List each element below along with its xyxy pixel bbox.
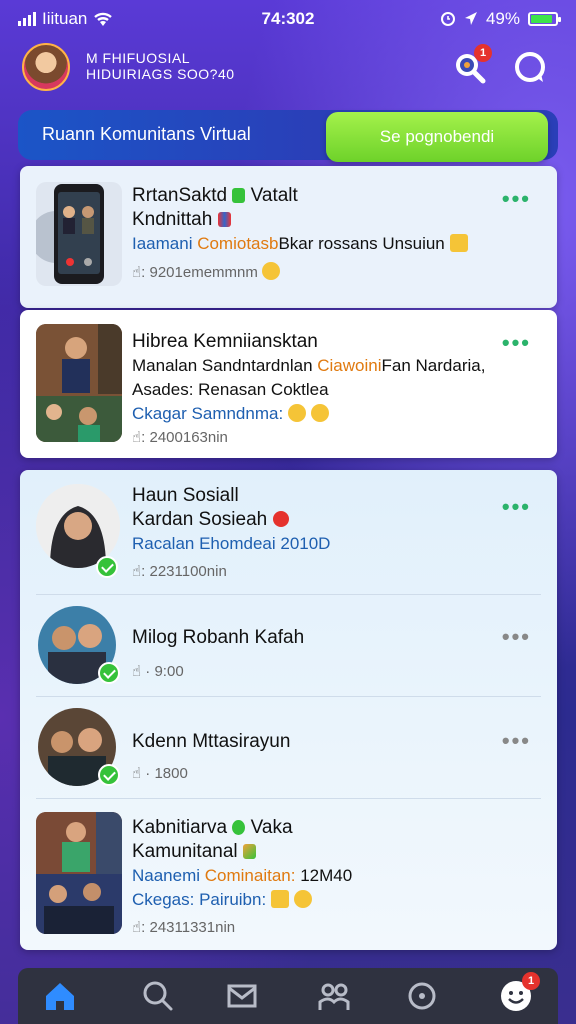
smile-emoji-icon — [287, 404, 306, 422]
smile-emoji-icon — [310, 404, 329, 422]
profile-name-line1: M FHIFUOSIAL — [86, 50, 191, 66]
home-icon — [46, 983, 74, 1010]
nav-badge: 1 — [522, 972, 540, 990]
member-text: Racalan Ehomdeai 2010D — [132, 534, 331, 553]
more-options-icon[interactable]: ••• — [502, 728, 531, 754]
community-title: Ruann Komunitans Virtual — [42, 124, 251, 144]
battery-percent: 49% — [485, 9, 520, 28]
like-icon[interactable]: ☝: — [132, 563, 145, 580]
nav-explore[interactable] — [404, 978, 440, 1014]
compass-icon — [408, 982, 436, 1010]
chat-bubble-icon — [515, 52, 545, 82]
member-meta: ☝: 2231100nin — [132, 563, 227, 580]
member-name: Kdenn Mttasirayun — [132, 731, 291, 752]
divider — [36, 798, 541, 799]
chat-button[interactable] — [512, 50, 548, 86]
nav-home[interactable] — [42, 978, 78, 1014]
post-body: Manalan Sandntardnlan CiawoiniFan Nardar… — [132, 356, 486, 423]
online-check-icon — [96, 556, 118, 578]
post-meta: ☝: 9201ememmnm — [132, 262, 281, 281]
nav-search[interactable] — [140, 978, 176, 1014]
search-people-button[interactable]: 1 — [452, 44, 492, 86]
post-card[interactable]: Hibrea Kemniiansktan Manalan Sandntardnl… — [20, 310, 557, 458]
bottom-navigation: 1 — [18, 968, 558, 1024]
online-check-icon — [98, 764, 120, 786]
post-thumbnail — [36, 324, 122, 442]
member-meta: ☝ · 1800 — [132, 765, 188, 782]
alarm-icon — [440, 12, 455, 26]
post-title: Hibrea Kemniiansktan — [132, 331, 318, 352]
more-options-icon[interactable]: ••• — [502, 624, 531, 650]
like-icon[interactable]: ☝ · — [132, 765, 150, 782]
member-title: Haun Sosiall Kardan Sosieah — [132, 484, 289, 532]
online-check-icon — [98, 662, 120, 684]
verified-icon — [232, 820, 246, 835]
nav-profile[interactable]: 1 — [498, 972, 540, 1014]
post-body: Naanemi Cominaitan: 12M40 Ckegas: Pairui… — [132, 866, 353, 909]
member-name: Milog Robanh Kafah — [132, 627, 305, 648]
more-options-icon[interactable]: ••• — [502, 330, 531, 356]
flag-icon — [217, 212, 231, 227]
divider — [36, 696, 541, 697]
post-meta: ☝: 24311331nin — [132, 919, 236, 936]
flag-icon — [242, 844, 256, 859]
like-icon[interactable]: ☝: — [132, 429, 145, 446]
battery-icon — [528, 12, 561, 26]
nav-groups[interactable] — [316, 978, 352, 1014]
like-icon[interactable]: ☝: — [132, 919, 145, 936]
like-icon[interactable]: ☝: — [132, 264, 145, 281]
notification-badge: 1 — [474, 44, 492, 62]
post-body: Iaamani ComiotasbBkar rossans Unsuiun — [132, 232, 532, 256]
post-thumbnail — [36, 812, 122, 934]
post-meta: ☝: 2400163nin — [132, 429, 228, 446]
badge-icon — [272, 511, 289, 527]
profile-avatar[interactable] — [22, 43, 70, 91]
member-meta: ☝ · 9:00 — [132, 663, 184, 680]
people-icon — [318, 983, 350, 1010]
post-title: RrtanSaktd Vatalt Kndnittah — [132, 185, 298, 230]
nav-messages[interactable] — [224, 978, 260, 1014]
like-icon[interactable]: ☝ · — [132, 663, 150, 680]
more-options-icon[interactable]: ••• — [502, 186, 531, 212]
location-icon — [464, 12, 477, 25]
smile-emoji-icon — [293, 890, 312, 908]
post-card[interactable]: RrtanSaktd Vatalt Kndnittah Iaamani Comi… — [20, 166, 557, 308]
post-title: Kabnitiarva Vaka Kamunitanal — [132, 817, 293, 862]
join-community-button[interactable]: Se pognobendi — [326, 112, 548, 162]
message-icon — [227, 984, 257, 1008]
community-banner: Ruann Komunitans Virtual Se pognobendi — [18, 110, 558, 162]
community-list-card: Haun Sosiall Kardan Sosieah Racalan Ehom… — [20, 470, 557, 950]
search-icon — [143, 981, 173, 1011]
smile-emoji-icon — [262, 262, 281, 280]
app-header: M FHIFUOSIAL HIDUIRIAGS SOO?40 1 — [0, 38, 576, 100]
more-options-icon[interactable]: ••• — [502, 494, 531, 520]
clap-emoji-icon — [270, 890, 289, 908]
verified-icon — [232, 188, 246, 203]
profile-name-line2: HIDUIRIAGS SOO?40 — [86, 66, 235, 82]
clap-emoji-icon — [449, 234, 468, 252]
profile-name: M FHIFUOSIAL HIDUIRIAGS SOO?40 — [86, 50, 235, 82]
status-bar: Iiituan 74:302 49% — [0, 0, 576, 38]
divider — [36, 594, 541, 595]
post-thumbnail — [36, 182, 122, 286]
